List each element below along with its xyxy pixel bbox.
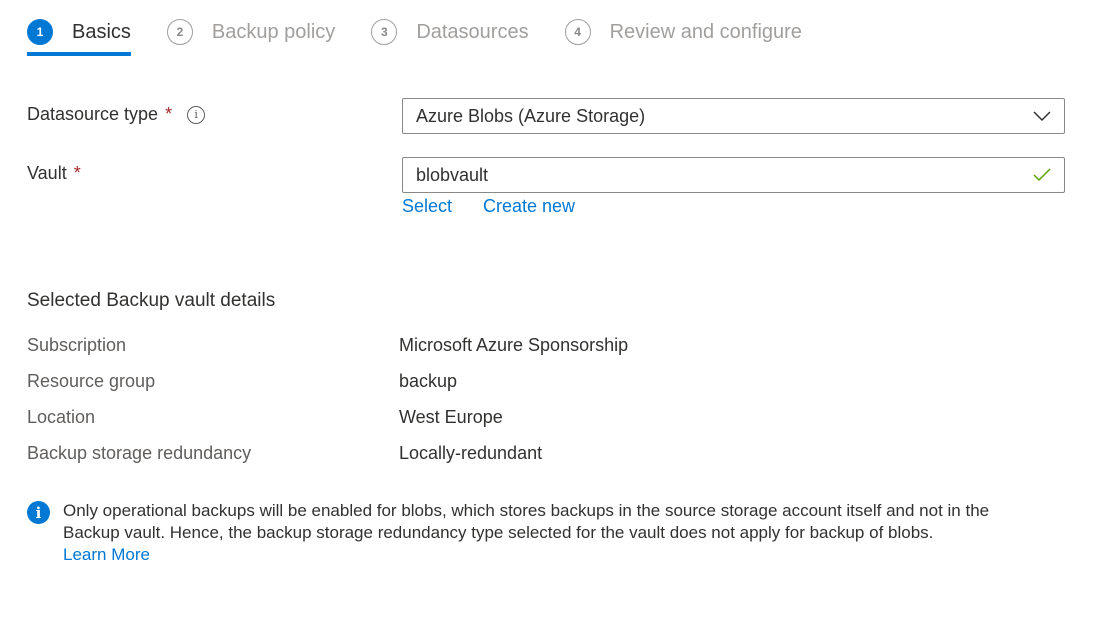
required-marker: * <box>73 163 81 183</box>
tab-basics[interactable]: 1 Basics <box>27 14 131 56</box>
detail-row-storage-redundancy: Backup storage redundancy Locally-redund… <box>27 443 542 464</box>
info-banner: i Only operational backups will be enabl… <box>27 500 1027 566</box>
detail-key: Backup storage redundancy <box>27 443 252 463</box>
detail-key: Location <box>27 407 96 427</box>
create-new-vault-link[interactable]: Create new <box>483 196 575 217</box>
tab-label: Datasources <box>416 20 529 43</box>
info-banner-text: Only operational backups will be enabled… <box>63 500 1027 566</box>
required-marker: * <box>165 104 173 124</box>
tab-label: Basics <box>72 20 131 43</box>
step-3-indicator: 3 <box>371 19 398 45</box>
active-tab-underline <box>27 52 131 56</box>
datasource-type-label-text: Datasource type <box>27 104 159 124</box>
vault-label: Vault * <box>27 163 81 184</box>
detail-key: Resource group <box>27 371 156 391</box>
step-2-indicator: 2 <box>166 19 193 45</box>
info-icon[interactable]: i <box>187 105 206 124</box>
checkmark-icon <box>1033 168 1051 182</box>
info-message: Only operational backups will be enabled… <box>63 501 990 542</box>
datasource-type-label: Datasource type * i <box>27 104 206 125</box>
detail-value: West Europe <box>399 407 503 427</box>
vault-value: blobvault <box>416 164 489 185</box>
step-4-indicator: 4 <box>564 19 591 45</box>
vault-label-text: Vault <box>27 163 67 183</box>
info-icon: i <box>27 501 50 524</box>
detail-value: backup <box>399 371 458 391</box>
tab-datasources[interactable]: 3 Datasources <box>371 14 529 50</box>
vault-input[interactable]: blobvault <box>402 157 1065 193</box>
chevron-down-icon <box>1033 111 1051 122</box>
detail-value: Locally-redundant <box>399 443 543 463</box>
tab-backup-policy[interactable]: 2 Backup policy <box>166 14 336 50</box>
datasource-type-dropdown[interactable]: Azure Blobs (Azure Storage) <box>402 98 1065 134</box>
wizard-tabs: 1 Basics 2 Backup policy 3 Datasources 4… <box>27 14 838 58</box>
detail-row-subscription: Subscription Microsoft Azure Sponsorship <box>27 335 628 356</box>
datasource-type-value: Azure Blobs (Azure Storage) <box>416 105 646 126</box>
detail-value: Microsoft Azure Sponsorship <box>399 335 629 355</box>
detail-row-location: Location West Europe <box>27 407 503 428</box>
select-vault-link[interactable]: Select <box>402 196 452 217</box>
detail-row-resource-group: Resource group backup <box>27 371 457 392</box>
tab-review-and-configure[interactable]: 4 Review and configure <box>564 14 802 50</box>
step-1-indicator: 1 <box>27 19 53 45</box>
tab-label: Review and configure <box>609 20 802 43</box>
vault-details-title: Selected Backup vault details <box>27 290 276 311</box>
tab-label: Backup policy <box>211 20 336 43</box>
learn-more-link[interactable]: Learn More <box>63 544 1027 566</box>
detail-key: Subscription <box>27 335 127 355</box>
